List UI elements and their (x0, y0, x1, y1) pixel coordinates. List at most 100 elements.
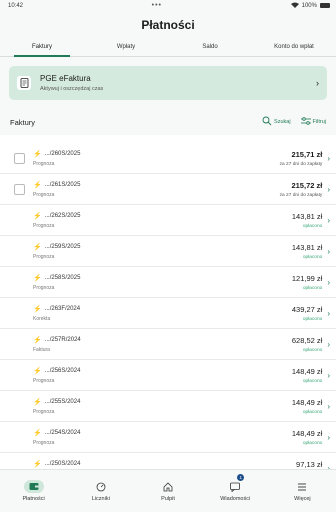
invoice-number: .../254S/2024 (44, 429, 81, 436)
row-checkbox[interactable] (14, 152, 25, 164)
invoice-type: Prognoza (33, 377, 55, 384)
search-label: Szukaj (274, 119, 291, 125)
invoice-number-line: ⚡ .../260S/2025 (33, 150, 280, 158)
invoice-number: .../256S/2024 (44, 367, 81, 374)
lightning-icon: ⚡ (33, 336, 42, 344)
invoice-type: Korekta (33, 315, 51, 322)
nav-label: Płatności (22, 496, 45, 502)
invoice-number: .../250S/2024 (44, 460, 81, 467)
payment-status: opłacono (302, 347, 323, 353)
amount-column: 97,13 złopłacono (296, 460, 322, 470)
invoice-doc: ⚡ .../261S/2025 Prognoza (33, 181, 280, 198)
invoice-number-line: ⚡ .../257R/2024 (33, 336, 292, 344)
payment-status: za 27 dni do zapłaty (279, 161, 323, 167)
payment-status: opłacono (302, 285, 323, 291)
invoice-number: .../257R/2024 (44, 336, 81, 343)
nav-platnosci[interactable]: Płatności (0, 470, 67, 512)
tab-konto-do-wplat[interactable]: Konto do wpłat (252, 38, 336, 56)
list-title: Faktury (10, 117, 36, 127)
lightning-icon: ⚡ (33, 398, 42, 406)
invoice-row[interactable]: ⚡ .../255S/2024 Prognoza 148,49 zł opłacono › (0, 391, 336, 422)
search-button[interactable]: Szukaj (262, 116, 291, 128)
invoice-row[interactable]: ⚡ .../257R/2024 Faktura 628,52 zł opłacono › (0, 329, 336, 360)
invoice-number: .../263F/2024 (44, 305, 81, 312)
invoice-row[interactable]: ⚡ .../262S/2025 Prognoza 143,81 zł opłacono › (0, 205, 336, 236)
invoice-number-line: ⚡ .../254S/2024 (33, 429, 292, 437)
amount-column: 215,71 zł za 27 dni do zapłaty (280, 150, 323, 167)
tab-wplaty[interactable]: Wpłaty (84, 38, 168, 56)
status-right: 100% (290, 2, 330, 10)
nav-pulpit[interactable]: Pulpit (134, 470, 201, 512)
amount-column: 215,72 zł za 27 dni do zapłaty (280, 181, 323, 198)
chevron-right-icon: › (327, 339, 330, 349)
lightning-icon: ⚡ (33, 212, 42, 220)
row-checkbox[interactable] (14, 183, 25, 195)
lightning-icon: ⚡ (33, 274, 42, 282)
invoice-row[interactable]: ⚡ .../263F/2024 Korekta 439,27 zł opłacono › (0, 298, 336, 329)
payment-status: za 27 dni do zapłaty (279, 192, 323, 198)
invoice-amount: 148,49 zł (291, 397, 323, 407)
invoice-doc: ⚡ .../258S/2025 Prognoza (33, 274, 292, 291)
invoice-type: Prognoza (33, 222, 55, 229)
invoice-type: Prognoza (33, 284, 55, 291)
invoice-row[interactable]: ⚡.../250S/2024Prognoza97,13 złopłacono› (0, 453, 336, 469)
chevron-right-icon: › (327, 308, 330, 318)
tab-faktury[interactable]: Faktury (0, 38, 84, 57)
amount-column: 143,81 zł opłacono (292, 212, 322, 229)
invoice-doc: ⚡ .../260S/2025 Prognoza (33, 150, 280, 167)
nav-liczniki[interactable]: Liczniki (67, 470, 134, 512)
invoice-row[interactable]: ⚡ .../260S/2025 Prognoza 215,71 zł za 27 dni… (0, 143, 336, 174)
chevron-right-icon: › (327, 215, 330, 225)
banner-text: PGE eFaktura Aktywuj i oszczędzaj czas (40, 74, 316, 92)
nav-wiecej[interactable]: Więcej (269, 470, 336, 512)
tab-saldo[interactable]: Saldo (168, 38, 252, 56)
lightning-icon: ⚡ (33, 367, 42, 375)
invoice-number-line: ⚡ .../258S/2025 (33, 274, 292, 282)
list-header: Faktury Szukaj Filtruj (0, 109, 336, 135)
search-icon (262, 116, 272, 128)
chevron-right-icon: › (327, 401, 330, 411)
chevron-right-icon: › (327, 432, 330, 442)
payment-status: opłacono (302, 409, 323, 415)
lightning-icon: ⚡ (33, 181, 42, 189)
invoice-row[interactable]: ⚡ .../261S/2025 Prognoza 215,72 zł za 27 dni… (0, 174, 336, 205)
invoice-amount: 215,72 zł (291, 180, 323, 190)
invoice-amount: 148,49 zł (291, 428, 323, 438)
message-badge: 1 (237, 474, 245, 481)
chevron-right-icon: › (327, 277, 330, 287)
invoice-amount: 148,49 zł (291, 366, 323, 376)
battery-percent: 100% (301, 2, 317, 9)
invoice-type: Faktura (33, 346, 50, 353)
invoice-doc: ⚡ .../262S/2025 Prognoza (33, 212, 292, 229)
invoice-number-line: ⚡ .../261S/2025 (33, 181, 280, 189)
filter-icon (300, 116, 311, 128)
invoice-doc: ⚡ .../255S/2024 Prognoza (33, 398, 292, 415)
nav-label: Liczniki (91, 496, 110, 502)
filter-button[interactable]: Filtruj (300, 116, 326, 128)
invoice-number-line: ⚡ .../256S/2024 (33, 367, 292, 375)
lightning-icon: ⚡ (33, 305, 42, 313)
lightning-icon: ⚡ (33, 460, 42, 468)
status-time: 10:42 (8, 2, 24, 9)
meter-icon (91, 480, 111, 493)
invoice-row[interactable]: ⚡ .../256S/2024 Prognoza 148,49 zł opłacono › (0, 360, 336, 391)
invoice-row[interactable]: ⚡ .../254S/2024 Prognoza 148,49 zł opłacono › (0, 422, 336, 453)
invoice-row[interactable]: ⚡ .../258S/2025 Prognoza 121,99 zł opłacono › (0, 267, 336, 298)
lightning-icon: ⚡ (33, 429, 42, 437)
invoice-type: Prognoza (33, 160, 55, 167)
nav-label: Pulpit (161, 496, 175, 502)
invoice-row[interactable]: ⚡ .../259S/2025 Prognoza 143,81 zł opłacono › (0, 236, 336, 267)
invoice-number-line: ⚡ .../262S/2025 (33, 212, 292, 220)
lightning-icon: ⚡ (33, 243, 42, 251)
invoice-number-line: ⚡ .../263F/2024 (33, 305, 292, 313)
nav-wiadomosci[interactable]: 1 Wiadomości (202, 470, 269, 512)
chevron-right-icon: › (316, 78, 319, 88)
invoice-number: .../259S/2025 (44, 243, 81, 250)
invoice-number-line: ⚡ .../259S/2025 (33, 243, 292, 251)
efaktura-banner[interactable]: PGE eFaktura Aktywuj i oszczędzaj czas › (9, 66, 327, 100)
invoice-doc: ⚡ .../254S/2024 Prognoza (33, 429, 292, 446)
invoice-doc: ⚡ .../257R/2024 Faktura (33, 336, 292, 353)
message-icon (225, 480, 245, 493)
invoice-doc: ⚡ .../263F/2024 Korekta (33, 305, 292, 322)
nav-label: Wiadomości (220, 496, 251, 502)
